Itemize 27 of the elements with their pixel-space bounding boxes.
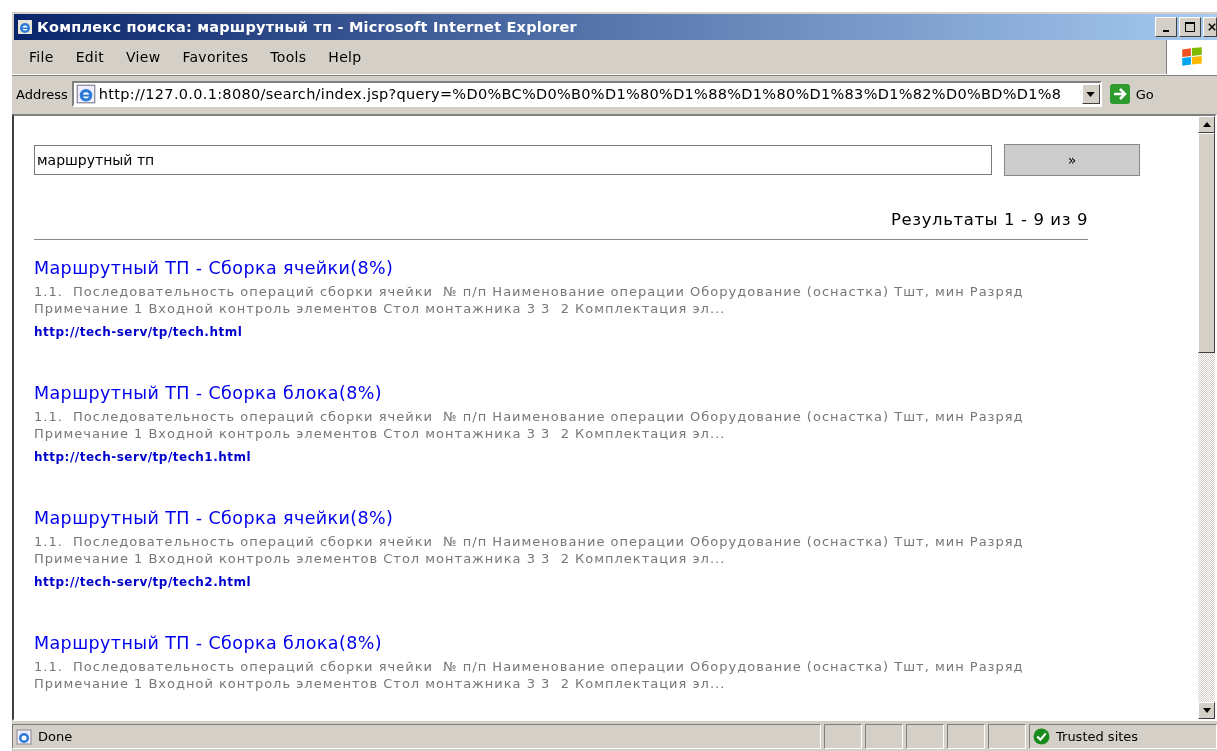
menu-item[interactable]: Edit xyxy=(64,49,115,65)
result-snippet: 1.1. Последовательность операций сборки ячейки № п/п Наименование операции Оборудование (оснастка) Тшт, мин Разряд Примечание 1 Входной контроль элементов Стол монтажника 3 3 2 Комплектация эл... xyxy=(34,408,1025,442)
menu-item[interactable]: Help xyxy=(317,49,373,65)
security-zone: Trusted sites xyxy=(1056,729,1139,744)
menu-item[interactable]: Tools xyxy=(259,49,318,65)
result-title-link[interactable]: Маршрутный ТП - Сборка ячейки(8%) xyxy=(34,258,1088,278)
result-title-link[interactable]: Маршрутный ТП - Сборка ячейки(8%) xyxy=(34,508,1088,528)
menu-item[interactable]: File xyxy=(18,49,65,65)
result-title-link[interactable]: Маршрутный ТП - Сборка блока(8%) xyxy=(34,383,1088,403)
result-url-link[interactable]: http://tech-serv/tp/tech1.html xyxy=(34,450,252,464)
menu-item[interactable]: Favorites xyxy=(171,49,260,65)
result-snippet: 1.1. Последовательность операций сборки ячейки № п/п Наименование операции Оборудование (оснастка) Тшт, мин Разряд Примечание 1 Входной контроль элементов Стол монтажника 3 3 2 Комплектация эл... xyxy=(34,658,1025,692)
go-button[interactable]: Go xyxy=(1109,84,1154,104)
search-field[interactable]: маршрутный тп xyxy=(34,145,992,175)
results-count: Результаты 1 - 9 из 9 xyxy=(890,210,1088,229)
result-url-link[interactable]: http://tech-serv/tp/tech2.html xyxy=(34,575,252,589)
result-snippet: 1.1. Последовательность операций сборки ячейки № п/п Наименование операции Оборудование (оснастка) Тшт, мин Разряд Примечание 1 Входной контроль элементов Стол монтажника 3 3 2 Комплектация эл... xyxy=(34,533,1025,567)
result-title-link[interactable]: Маршрутный ТП - Сборка блока(8%) xyxy=(34,633,1088,653)
window-title: Комплекс поиска: маршрутный тп - Microsoft Internet Explorer xyxy=(37,19,578,35)
address-url: http://127.0.0.1:8080/search/index.jsp?query=%D0%BC%D0%B0%D1%80%D1%88%D1%80%D1%83%D1%82%D0%BD%D1%8 xyxy=(98,86,1063,102)
address-field[interactable]: http://127.0.0.1:8080/search/index.jsp?query=%D0%BC%D0%B0%D1%80%D1%88%D1%80%D1%83%D1%82%D0%BD%D1%8 xyxy=(71,81,1102,107)
result-url-link[interactable]: http://tech-serv/tp/tech.html xyxy=(34,325,243,339)
menu-item[interactable]: View xyxy=(114,49,172,65)
status-text: Done xyxy=(38,729,73,744)
result-snippet: 1.1. Последовательность операций сборки ячейки № п/п Наименование операции Оборудование (оснастка) Тшт, мин Разряд Примечание 1 Входной контроль элементов Стол монтажника 3 3 2 Комплектация эл... xyxy=(34,283,1025,317)
search-button[interactable]: » xyxy=(1004,144,1140,176)
address-label: Address xyxy=(16,86,68,102)
